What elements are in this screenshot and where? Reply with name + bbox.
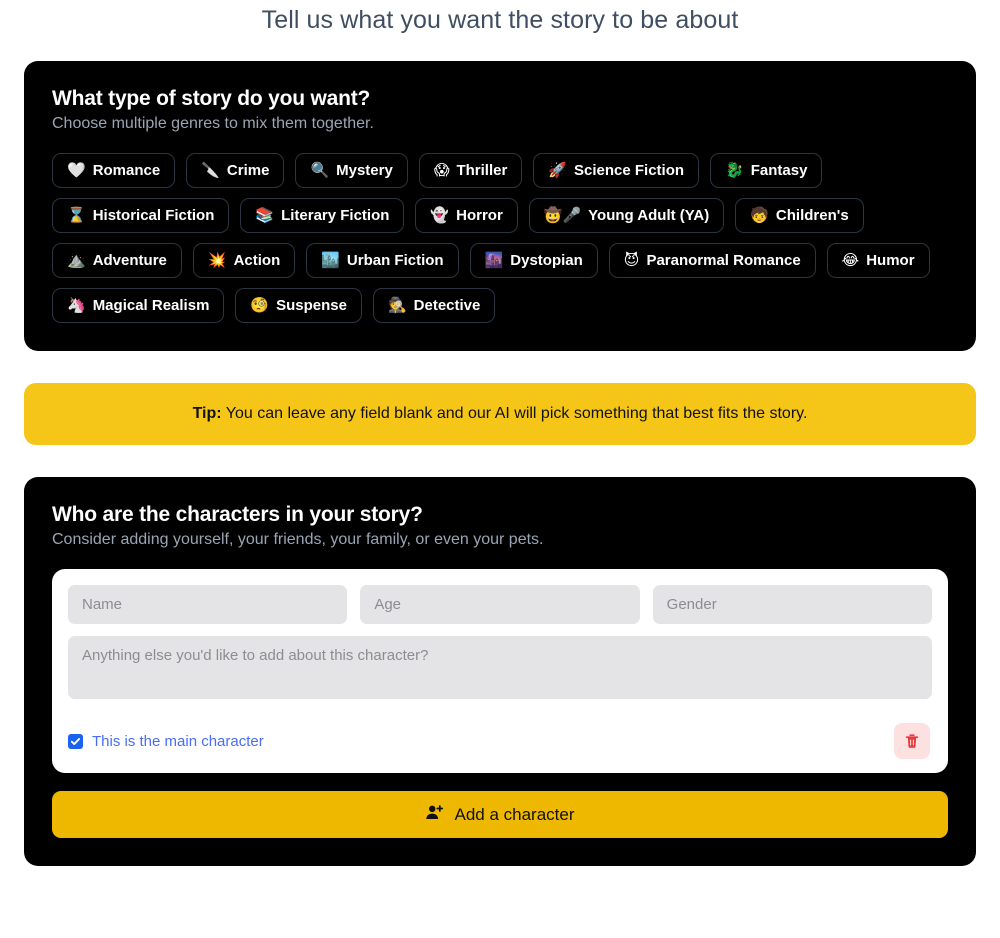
- genre-chip[interactable]: 🧐 Suspense: [235, 288, 362, 323]
- character-entry-panel: This is the main character: [52, 569, 948, 773]
- genre-card: What type of story do you want? Choose m…: [24, 61, 976, 351]
- genre-chip-label: Urban Fiction: [346, 252, 444, 269]
- dragon-icon: 🐉: [725, 161, 744, 179]
- genre-chip-label: Romance: [92, 162, 161, 179]
- genre-chip[interactable]: 🚀 Science Fiction: [533, 153, 700, 188]
- genre-chip-label: Crime: [226, 162, 270, 179]
- screaming-face-icon: 😱: [433, 161, 450, 179]
- character-basic-fields: [68, 585, 932, 624]
- child-icon: 🧒: [750, 206, 769, 224]
- cowboy-microphone-icon: 🤠🎤: [543, 206, 582, 224]
- genre-chip-label: Fantasy: [750, 162, 808, 179]
- genre-chip[interactable]: 👻 Horror: [415, 198, 518, 233]
- genre-chip[interactable]: 🤠🎤 Young Adult (YA): [528, 198, 725, 233]
- checkmark-icon: [70, 737, 81, 745]
- genre-chip[interactable]: ⌛ Historical Fiction: [52, 198, 230, 233]
- tip-banner: Tip: You can leave any field blank and o…: [24, 383, 976, 445]
- genre-card-title: What type of story do you want?: [52, 87, 371, 110]
- add-person-icon: [425, 803, 444, 827]
- trash-icon: [905, 733, 919, 748]
- genre-chip-label: Children's: [775, 207, 849, 224]
- rocket-icon: 🚀: [548, 161, 568, 179]
- genre-chip[interactable]: 🏙️ Urban Fiction: [306, 243, 459, 278]
- genre-chip[interactable]: 🔍 Mystery: [295, 153, 408, 188]
- white-heart-icon: 🤍: [67, 161, 86, 179]
- character-name-input[interactable]: [68, 585, 348, 624]
- genre-chip-label: Thriller: [456, 162, 508, 179]
- characters-card: Who are the characters in your story? Co…: [24, 477, 976, 866]
- genre-chip[interactable]: ⛰️ Adventure: [52, 243, 182, 278]
- genre-chip-label: Magical Realism: [92, 297, 210, 314]
- cityscape-icon: 🏙️: [321, 251, 340, 269]
- unicorn-icon: 🦄: [67, 296, 86, 314]
- genre-chip-label: Historical Fiction: [92, 207, 215, 224]
- genre-chip[interactable]: 🦄 Magical Realism: [52, 288, 225, 323]
- tip-text: You can leave any field blank and our AI…: [221, 405, 808, 422]
- dusk-city-icon: 🌆: [484, 251, 504, 269]
- genre-chip-label: Literary Fiction: [281, 207, 390, 224]
- genre-chip[interactable]: 😱 Thriller: [418, 153, 523, 188]
- character-notes-textarea[interactable]: [68, 636, 932, 699]
- genre-chip-label: Detective: [413, 297, 481, 314]
- story-builder-page: Tell us what you want the story to be ab…: [0, 0, 1000, 866]
- genre-chip[interactable]: 🐉 Fantasy: [710, 153, 823, 188]
- main-character-checkbox-row[interactable]: This is the main character: [68, 733, 264, 750]
- devil-face-icon: 😈: [623, 251, 640, 269]
- delete-character-button[interactable]: [894, 723, 930, 759]
- genre-chip[interactable]: 🕵️ Detective: [372, 288, 496, 323]
- main-character-label: This is the main character: [92, 732, 264, 750]
- characters-card-title: Who are the characters in your story?: [52, 503, 423, 526]
- genre-chip-label: Horror: [456, 207, 503, 224]
- genre-chip-label: Suspense: [276, 297, 347, 314]
- characters-card-subtitle: Consider adding yourself, your friends, …: [52, 531, 544, 548]
- genre-chip[interactable]: 🔪 Crime: [186, 153, 285, 188]
- collision-icon: 💥: [207, 251, 227, 269]
- books-icon: 📚: [255, 206, 275, 224]
- page-title: Tell us what you want the story to be ab…: [261, 6, 739, 34]
- character-footer: This is the main character: [68, 723, 932, 759]
- mountain-icon: ⛰️: [67, 251, 86, 269]
- genre-chip-label: Science Fiction: [574, 162, 685, 179]
- magnifying-glass-icon: 🔍: [310, 161, 330, 179]
- genre-chip-label: Young Adult (YA): [588, 207, 710, 224]
- tip-label-text: Tip:: [192, 405, 222, 422]
- genre-chip-label: Action: [233, 252, 281, 269]
- main-character-checkbox[interactable]: [68, 733, 83, 749]
- laughing-face-icon: 😂: [841, 251, 860, 269]
- genre-chip[interactable]: 🌆 Dystopian: [469, 243, 598, 278]
- genre-chip[interactable]: 😈 Paranormal Romance: [608, 243, 816, 278]
- genre-chip-label: Mystery: [336, 162, 393, 179]
- genre-chip-list: 🤍 Romance 🔪 Crime 🔍 Mystery 😱 Thriller 🚀 Science …: [52, 153, 948, 323]
- hourglass-icon: ⌛: [67, 206, 86, 224]
- genre-card-subtitle: Choose multiple genres to mix them toget…: [52, 115, 374, 132]
- genre-chip-label: Adventure: [92, 252, 167, 269]
- add-character-button[interactable]: Add a character: [52, 791, 948, 838]
- add-character-label: Add a character: [454, 804, 575, 824]
- genre-chip[interactable]: 📚 Literary Fiction: [240, 198, 405, 233]
- genre-chip[interactable]: 💥 Action: [192, 243, 296, 278]
- detective-icon: 🕵️: [387, 296, 407, 314]
- character-age-input[interactable]: [360, 585, 640, 624]
- genre-chip[interactable]: 🧒 Children's: [735, 198, 864, 233]
- ghost-icon: 👻: [430, 206, 450, 224]
- tip-label: Tip:: [193, 405, 222, 422]
- character-gender-input[interactable]: [652, 585, 932, 624]
- genre-chip-label: Humor: [866, 252, 915, 269]
- genre-chip[interactable]: 🤍 Romance: [52, 153, 176, 188]
- genre-chip-label: Dystopian: [510, 252, 583, 269]
- monocle-face-icon: 🧐: [250, 296, 270, 314]
- genre-chip-label: Paranormal Romance: [646, 252, 801, 269]
- knife-icon: 🔪: [201, 161, 220, 179]
- genre-chip[interactable]: 😂 Humor: [826, 243, 930, 278]
